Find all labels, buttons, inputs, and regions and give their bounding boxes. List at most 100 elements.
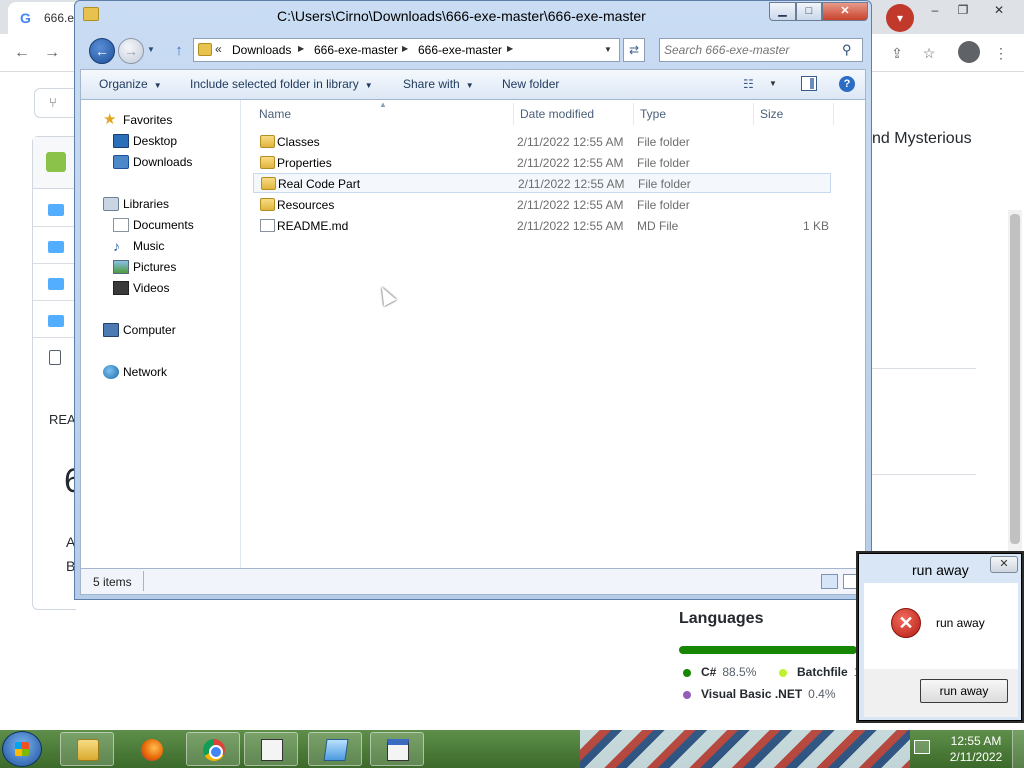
file-type: File folder bbox=[637, 156, 690, 170]
browser-menu-icon[interactable]: ⋮ bbox=[990, 42, 1012, 64]
branch-icon[interactable]: ⑂ bbox=[34, 88, 76, 118]
nav-item-libraries[interactable]: Libraries bbox=[123, 197, 169, 211]
chevron-down-icon[interactable]: ▼ bbox=[769, 79, 777, 88]
file-row[interactable]: Resources 2/11/2022 12:55 AM File folder bbox=[253, 195, 831, 215]
folder-icon[interactable] bbox=[48, 315, 64, 327]
search-icon[interactable]: ⚲ bbox=[842, 42, 852, 58]
scrollbar-thumb[interactable] bbox=[1010, 214, 1020, 544]
folder-icon[interactable] bbox=[48, 278, 64, 290]
show-desktop-button[interactable] bbox=[1012, 730, 1024, 768]
taskbar-app-button[interactable] bbox=[370, 732, 424, 766]
breadcrumb-chevron-icon[interactable]: ▶ bbox=[507, 44, 513, 53]
file-row[interactable]: README.md 2/11/2022 12:55 AM MD File 1 K… bbox=[253, 216, 831, 236]
address-overflow[interactable]: « bbox=[215, 42, 222, 56]
breadcrumb-chevron-icon[interactable]: ▶ bbox=[402, 44, 408, 53]
profile-avatar[interactable] bbox=[958, 41, 980, 63]
file-row-hovered[interactable]: Real Code Part 2/11/2022 12:55 AM File f… bbox=[253, 173, 831, 193]
search-input[interactable] bbox=[664, 42, 834, 58]
address-bar[interactable]: « Downloads ▶ 666-exe-master ▶ 666-exe-m… bbox=[193, 38, 620, 62]
file-icon[interactable] bbox=[49, 350, 61, 365]
include-in-library-menu[interactable]: Include selected folder in library ▼ bbox=[190, 77, 373, 91]
column-divider[interactable] bbox=[513, 103, 514, 125]
nav-item-downloads[interactable]: Downloads bbox=[133, 155, 192, 169]
back-arrow-icon[interactable]: ← bbox=[89, 38, 115, 64]
recent-pages-dropdown-icon[interactable]: ▼ bbox=[147, 45, 155, 54]
breadcrumb-item[interactable]: 666-exe-master bbox=[418, 43, 502, 57]
file-type: MD File bbox=[637, 219, 679, 233]
maximize-button[interactable]: □ bbox=[796, 2, 822, 21]
breadcrumb-chevron-icon[interactable]: ▶ bbox=[298, 44, 304, 53]
bookmark-star-icon[interactable]: ☆ bbox=[918, 42, 940, 64]
clock-date[interactable]: 2/11/2022 bbox=[946, 750, 1006, 764]
browser-restore-button[interactable]: ❐ bbox=[946, 0, 980, 20]
change-view-icon[interactable]: ☷ bbox=[743, 77, 759, 91]
file-row[interactable]: Classes 2/11/2022 12:55 AM File folder bbox=[253, 132, 831, 152]
browser-close-button[interactable]: ✕ bbox=[982, 0, 1016, 20]
language-dot bbox=[779, 668, 787, 677]
refresh-icon[interactable]: ⇄ bbox=[623, 38, 645, 62]
browser-back-icon[interactable]: ← bbox=[10, 42, 34, 64]
star-icon: ★ bbox=[103, 111, 117, 128]
folder-icon[interactable] bbox=[48, 241, 64, 253]
language-item[interactable]: Batchfile1 bbox=[779, 665, 860, 679]
column-header-date[interactable]: Date modified bbox=[520, 103, 594, 125]
column-divider[interactable] bbox=[633, 103, 634, 125]
folder-icon bbox=[198, 43, 212, 56]
close-icon[interactable]: ✕ bbox=[990, 556, 1018, 573]
column-header-type[interactable]: Type bbox=[640, 103, 666, 125]
close-button[interactable]: ✕ bbox=[822, 2, 868, 21]
taskbar-app-button[interactable] bbox=[308, 732, 362, 766]
details-view-icon[interactable] bbox=[821, 574, 838, 589]
column-divider[interactable] bbox=[833, 103, 834, 125]
nav-item-videos[interactable]: Videos bbox=[133, 281, 169, 295]
share-icon[interactable]: ⇪ bbox=[886, 42, 908, 64]
share-with-menu[interactable]: Share with ▼ bbox=[403, 77, 474, 91]
network-icon bbox=[103, 365, 119, 379]
language-item[interactable]: Visual Basic .NET 0.4% bbox=[683, 687, 836, 701]
nav-item-network[interactable]: Network bbox=[123, 365, 167, 379]
forward-arrow-icon[interactable]: → bbox=[118, 38, 144, 64]
organize-menu[interactable]: Organize ▼ bbox=[99, 77, 162, 91]
command-bar: Organize ▼ Include selected folder in lib… bbox=[80, 69, 866, 99]
google-icon: G bbox=[20, 10, 31, 26]
taskbar-chrome-button[interactable] bbox=[186, 732, 240, 766]
clock-time[interactable]: 12:55 AM bbox=[950, 734, 1002, 748]
search-box[interactable]: ⚲ bbox=[659, 38, 863, 62]
address-dropdown-icon[interactable]: ▼ bbox=[604, 45, 612, 54]
sidebar-divider bbox=[872, 474, 976, 475]
language-item[interactable]: C# 88.5% bbox=[683, 665, 756, 679]
minimize-button[interactable]: ▁ bbox=[769, 2, 796, 21]
column-divider[interactable] bbox=[753, 103, 754, 125]
nav-item-desktop[interactable]: Desktop bbox=[133, 134, 177, 148]
author-avatar bbox=[46, 152, 66, 172]
breadcrumb-item[interactable]: Downloads bbox=[232, 43, 291, 57]
nav-item-documents[interactable]: Documents bbox=[133, 218, 194, 232]
help-icon[interactable]: ? bbox=[839, 76, 855, 92]
column-header-name[interactable]: Name bbox=[259, 103, 291, 125]
file-date: 2/11/2022 12:55 AM bbox=[517, 198, 624, 212]
preview-pane-icon[interactable] bbox=[801, 76, 817, 91]
start-button[interactable] bbox=[2, 731, 42, 767]
nav-item-computer[interactable]: Computer bbox=[123, 323, 176, 337]
browser-forward-icon[interactable]: → bbox=[40, 42, 64, 64]
languages-bar bbox=[679, 646, 857, 654]
nav-item-favorites[interactable]: Favorites bbox=[123, 113, 172, 127]
application-icon bbox=[387, 739, 409, 761]
breadcrumb-item[interactable]: 666-exe-master bbox=[314, 43, 398, 57]
run-away-button[interactable]: run away bbox=[920, 679, 1008, 703]
file-row[interactable]: Properties 2/11/2022 12:55 AM File folde… bbox=[253, 153, 831, 173]
taskbar-firefox-button[interactable] bbox=[124, 732, 178, 766]
taskbar-explorer-button[interactable] bbox=[60, 732, 114, 766]
network-tray-icon[interactable] bbox=[914, 740, 930, 754]
folder-icon[interactable] bbox=[48, 204, 64, 216]
up-arrow-icon[interactable]: ↑ bbox=[169, 41, 189, 61]
nav-item-music[interactable]: Music bbox=[133, 239, 164, 253]
explorer-title-bar[interactable]: C:\Users\Cirno\Downloads\666-exe-master\… bbox=[75, 1, 871, 33]
tab-search-button[interactable]: ▾ bbox=[886, 4, 914, 32]
language-dot bbox=[683, 668, 691, 677]
column-header-size[interactable]: Size bbox=[760, 103, 783, 125]
nav-item-pictures[interactable]: Pictures bbox=[133, 260, 176, 274]
taskbar-app-button[interactable] bbox=[244, 732, 298, 766]
sort-ascending-icon: ▲ bbox=[379, 100, 387, 109]
new-folder-button[interactable]: New folder bbox=[502, 77, 559, 91]
